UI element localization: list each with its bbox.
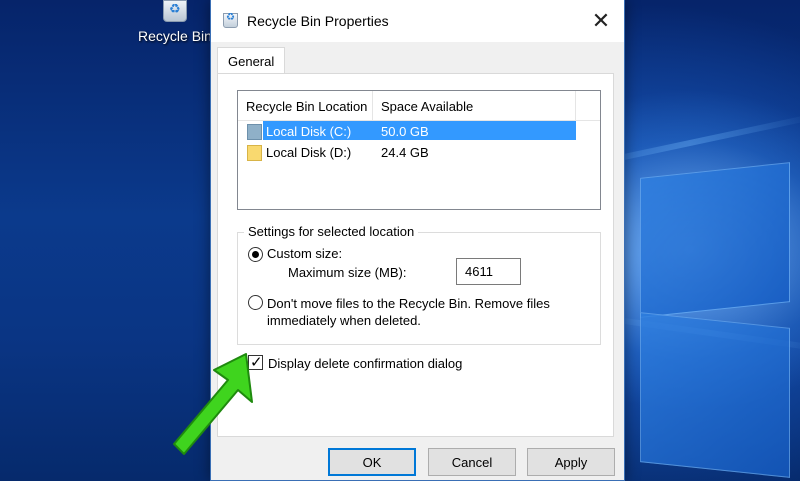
drive-name: Local Disk (C:) — [266, 124, 352, 139]
list-item-drive-d[interactable]: Local Disk (D:) 24.4 GB — [238, 142, 600, 163]
delete-confirmation-label[interactable]: Display delete confirmation dialog — [268, 356, 462, 371]
general-tab-panel: Recycle Bin Location Space Available Loc… — [217, 73, 614, 437]
tab-strip: General — [217, 47, 286, 74]
location-list[interactable]: Recycle Bin Location Space Available Loc… — [237, 90, 601, 210]
drive-space: 24.4 GB — [381, 145, 429, 160]
close-button[interactable]: ✕ — [578, 0, 624, 42]
dont-move-files-radio[interactable] — [248, 295, 263, 310]
settings-group-legend: Settings for selected location — [244, 224, 419, 239]
dialog-title: Recycle Bin Properties — [247, 13, 389, 29]
windows-logo-pane — [640, 312, 790, 478]
title-bar[interactable]: Recycle Bin Properties ✕ — [211, 0, 624, 42]
list-header: Recycle Bin Location Space Available — [238, 91, 600, 121]
settings-group: Settings for selected location Custom si… — [237, 224, 601, 345]
close-icon: ✕ — [591, 8, 611, 33]
drive-icon — [247, 123, 262, 140]
list-item-drive-c[interactable]: Local Disk (C:) 50.0 GB — [238, 121, 600, 142]
cancel-button[interactable]: Cancel — [428, 448, 516, 476]
desktop-icon-recycle-bin[interactable]: Recycle Bin — [130, 0, 220, 56]
recycle-bin-icon — [223, 12, 238, 28]
column-header-space[interactable]: Space Available — [373, 91, 576, 121]
dont-move-files-label[interactable]: Don't move files to the Recycle Bin. Rem… — [267, 295, 597, 329]
drive-space: 50.0 GB — [381, 124, 429, 139]
drive-icon — [247, 144, 262, 161]
max-size-input[interactable] — [456, 258, 521, 285]
windows-logo-pane — [640, 162, 790, 318]
recycle-bin-icon — [163, 0, 187, 22]
tab-general[interactable]: General — [217, 47, 286, 74]
recycle-bin-properties-dialog: Recycle Bin Properties ✕ General Recycle… — [210, 0, 625, 481]
custom-size-radio[interactable] — [248, 247, 263, 262]
green-arrow-annotation — [173, 353, 253, 455]
custom-size-label[interactable]: Custom size: — [267, 246, 342, 261]
apply-button[interactable]: Apply — [527, 448, 615, 476]
desktop-icon-label: Recycle Bin — [138, 28, 212, 44]
column-header-location[interactable]: Recycle Bin Location — [238, 91, 373, 121]
drive-name: Local Disk (D:) — [266, 145, 352, 160]
max-size-label: Maximum size (MB): — [288, 265, 407, 280]
ok-button[interactable]: OK — [328, 448, 416, 476]
